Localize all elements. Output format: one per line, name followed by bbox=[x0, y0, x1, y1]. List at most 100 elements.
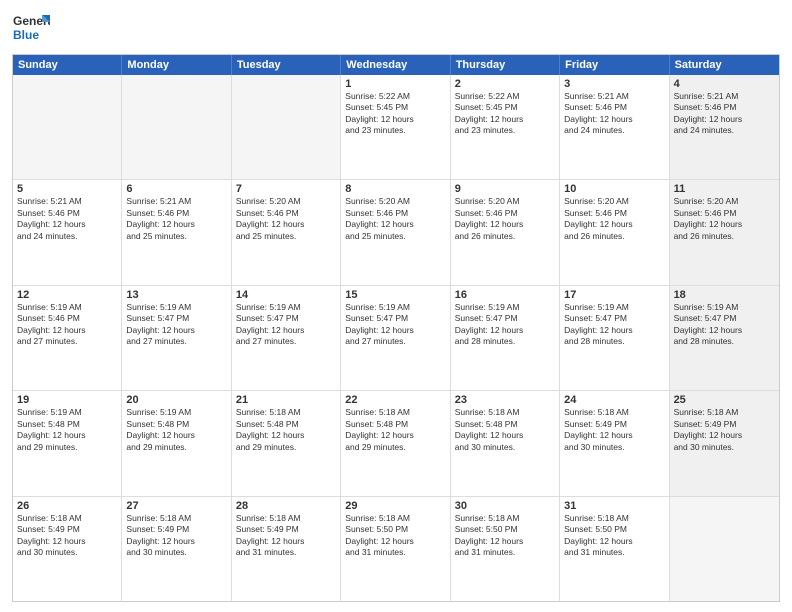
day-number: 15 bbox=[345, 289, 445, 301]
day-info: Sunrise: 5:19 AM Sunset: 5:47 PM Dayligh… bbox=[674, 302, 775, 348]
day-number: 25 bbox=[674, 394, 775, 406]
day-number: 31 bbox=[564, 500, 664, 512]
calendar-cell bbox=[232, 75, 341, 179]
calendar-cell: 10Sunrise: 5:20 AM Sunset: 5:46 PM Dayli… bbox=[560, 180, 669, 284]
calendar-cell: 15Sunrise: 5:19 AM Sunset: 5:47 PM Dayli… bbox=[341, 286, 450, 390]
logo: General Blue bbox=[12, 10, 50, 48]
day-number: 10 bbox=[564, 183, 664, 195]
day-info: Sunrise: 5:18 AM Sunset: 5:49 PM Dayligh… bbox=[236, 513, 336, 559]
calendar-cell: 4Sunrise: 5:21 AM Sunset: 5:46 PM Daylig… bbox=[670, 75, 779, 179]
calendar-cell: 2Sunrise: 5:22 AM Sunset: 5:45 PM Daylig… bbox=[451, 75, 560, 179]
calendar-cell: 20Sunrise: 5:19 AM Sunset: 5:48 PM Dayli… bbox=[122, 391, 231, 495]
day-info: Sunrise: 5:19 AM Sunset: 5:47 PM Dayligh… bbox=[564, 302, 664, 348]
day-info: Sunrise: 5:18 AM Sunset: 5:49 PM Dayligh… bbox=[126, 513, 226, 559]
day-number: 8 bbox=[345, 183, 445, 195]
day-number: 5 bbox=[17, 183, 117, 195]
calendar-cell bbox=[670, 497, 779, 601]
calendar-cell: 31Sunrise: 5:18 AM Sunset: 5:50 PM Dayli… bbox=[560, 497, 669, 601]
day-number: 20 bbox=[126, 394, 226, 406]
day-header-wednesday: Wednesday bbox=[341, 55, 450, 75]
day-number: 7 bbox=[236, 183, 336, 195]
calendar-cell: 27Sunrise: 5:18 AM Sunset: 5:49 PM Dayli… bbox=[122, 497, 231, 601]
day-info: Sunrise: 5:19 AM Sunset: 5:46 PM Dayligh… bbox=[17, 302, 117, 348]
calendar-body: 1Sunrise: 5:22 AM Sunset: 5:45 PM Daylig… bbox=[13, 75, 779, 601]
day-info: Sunrise: 5:18 AM Sunset: 5:49 PM Dayligh… bbox=[674, 407, 775, 453]
day-info: Sunrise: 5:18 AM Sunset: 5:50 PM Dayligh… bbox=[455, 513, 555, 559]
day-number: 24 bbox=[564, 394, 664, 406]
calendar-row-5: 26Sunrise: 5:18 AM Sunset: 5:49 PM Dayli… bbox=[13, 497, 779, 601]
calendar-row-3: 12Sunrise: 5:19 AM Sunset: 5:46 PM Dayli… bbox=[13, 286, 779, 391]
calendar-cell: 14Sunrise: 5:19 AM Sunset: 5:47 PM Dayli… bbox=[232, 286, 341, 390]
day-info: Sunrise: 5:18 AM Sunset: 5:49 PM Dayligh… bbox=[564, 407, 664, 453]
day-number: 16 bbox=[455, 289, 555, 301]
day-number: 11 bbox=[674, 183, 775, 195]
day-header-saturday: Saturday bbox=[670, 55, 779, 75]
day-number: 14 bbox=[236, 289, 336, 301]
calendar-cell: 8Sunrise: 5:20 AM Sunset: 5:46 PM Daylig… bbox=[341, 180, 450, 284]
calendar-cell: 23Sunrise: 5:18 AM Sunset: 5:48 PM Dayli… bbox=[451, 391, 560, 495]
day-header-thursday: Thursday bbox=[451, 55, 560, 75]
day-info: Sunrise: 5:20 AM Sunset: 5:46 PM Dayligh… bbox=[455, 196, 555, 242]
day-number: 22 bbox=[345, 394, 445, 406]
calendar-cell: 26Sunrise: 5:18 AM Sunset: 5:49 PM Dayli… bbox=[13, 497, 122, 601]
calendar-cell: 6Sunrise: 5:21 AM Sunset: 5:46 PM Daylig… bbox=[122, 180, 231, 284]
day-info: Sunrise: 5:21 AM Sunset: 5:46 PM Dayligh… bbox=[564, 91, 664, 137]
day-number: 6 bbox=[126, 183, 226, 195]
calendar-row-2: 5Sunrise: 5:21 AM Sunset: 5:46 PM Daylig… bbox=[13, 180, 779, 285]
day-info: Sunrise: 5:19 AM Sunset: 5:48 PM Dayligh… bbox=[126, 407, 226, 453]
day-info: Sunrise: 5:19 AM Sunset: 5:47 PM Dayligh… bbox=[236, 302, 336, 348]
calendar-row-1: 1Sunrise: 5:22 AM Sunset: 5:45 PM Daylig… bbox=[13, 75, 779, 180]
day-header-tuesday: Tuesday bbox=[232, 55, 341, 75]
day-info: Sunrise: 5:19 AM Sunset: 5:47 PM Dayligh… bbox=[126, 302, 226, 348]
day-info: Sunrise: 5:18 AM Sunset: 5:48 PM Dayligh… bbox=[345, 407, 445, 453]
day-number: 21 bbox=[236, 394, 336, 406]
day-info: Sunrise: 5:18 AM Sunset: 5:49 PM Dayligh… bbox=[17, 513, 117, 559]
day-info: Sunrise: 5:19 AM Sunset: 5:48 PM Dayligh… bbox=[17, 407, 117, 453]
day-info: Sunrise: 5:22 AM Sunset: 5:45 PM Dayligh… bbox=[455, 91, 555, 137]
calendar-cell: 22Sunrise: 5:18 AM Sunset: 5:48 PM Dayli… bbox=[341, 391, 450, 495]
day-number: 26 bbox=[17, 500, 117, 512]
calendar: SundayMondayTuesdayWednesdayThursdayFrid… bbox=[12, 54, 780, 602]
calendar-cell: 18Sunrise: 5:19 AM Sunset: 5:47 PM Dayli… bbox=[670, 286, 779, 390]
day-info: Sunrise: 5:18 AM Sunset: 5:48 PM Dayligh… bbox=[455, 407, 555, 453]
day-header-sunday: Sunday bbox=[13, 55, 122, 75]
day-info: Sunrise: 5:20 AM Sunset: 5:46 PM Dayligh… bbox=[236, 196, 336, 242]
day-info: Sunrise: 5:22 AM Sunset: 5:45 PM Dayligh… bbox=[345, 91, 445, 137]
header: General Blue bbox=[12, 10, 780, 48]
calendar-row-4: 19Sunrise: 5:19 AM Sunset: 5:48 PM Dayli… bbox=[13, 391, 779, 496]
day-number: 30 bbox=[455, 500, 555, 512]
day-info: Sunrise: 5:18 AM Sunset: 5:50 PM Dayligh… bbox=[345, 513, 445, 559]
day-number: 4 bbox=[674, 78, 775, 90]
calendar-cell: 11Sunrise: 5:20 AM Sunset: 5:46 PM Dayli… bbox=[670, 180, 779, 284]
calendar-cell: 17Sunrise: 5:19 AM Sunset: 5:47 PM Dayli… bbox=[560, 286, 669, 390]
calendar-cell: 28Sunrise: 5:18 AM Sunset: 5:49 PM Dayli… bbox=[232, 497, 341, 601]
day-number: 12 bbox=[17, 289, 117, 301]
day-number: 23 bbox=[455, 394, 555, 406]
day-header-friday: Friday bbox=[560, 55, 669, 75]
day-number: 28 bbox=[236, 500, 336, 512]
calendar-header: SundayMondayTuesdayWednesdayThursdayFrid… bbox=[13, 55, 779, 75]
logo-svg: General Blue bbox=[12, 10, 50, 48]
day-info: Sunrise: 5:19 AM Sunset: 5:47 PM Dayligh… bbox=[345, 302, 445, 348]
day-info: Sunrise: 5:20 AM Sunset: 5:46 PM Dayligh… bbox=[674, 196, 775, 242]
calendar-cell: 9Sunrise: 5:20 AM Sunset: 5:46 PM Daylig… bbox=[451, 180, 560, 284]
calendar-cell: 30Sunrise: 5:18 AM Sunset: 5:50 PM Dayli… bbox=[451, 497, 560, 601]
calendar-cell bbox=[122, 75, 231, 179]
calendar-cell: 12Sunrise: 5:19 AM Sunset: 5:46 PM Dayli… bbox=[13, 286, 122, 390]
day-number: 9 bbox=[455, 183, 555, 195]
day-info: Sunrise: 5:20 AM Sunset: 5:46 PM Dayligh… bbox=[564, 196, 664, 242]
day-info: Sunrise: 5:21 AM Sunset: 5:46 PM Dayligh… bbox=[17, 196, 117, 242]
day-info: Sunrise: 5:20 AM Sunset: 5:46 PM Dayligh… bbox=[345, 196, 445, 242]
svg-text:Blue: Blue bbox=[13, 28, 39, 42]
calendar-cell: 7Sunrise: 5:20 AM Sunset: 5:46 PM Daylig… bbox=[232, 180, 341, 284]
calendar-cell: 19Sunrise: 5:19 AM Sunset: 5:48 PM Dayli… bbox=[13, 391, 122, 495]
day-number: 17 bbox=[564, 289, 664, 301]
day-number: 27 bbox=[126, 500, 226, 512]
day-info: Sunrise: 5:19 AM Sunset: 5:47 PM Dayligh… bbox=[455, 302, 555, 348]
calendar-cell bbox=[13, 75, 122, 179]
day-info: Sunrise: 5:21 AM Sunset: 5:46 PM Dayligh… bbox=[126, 196, 226, 242]
page: General Blue SundayMondayTuesdayWednesda… bbox=[0, 0, 792, 612]
day-info: Sunrise: 5:18 AM Sunset: 5:48 PM Dayligh… bbox=[236, 407, 336, 453]
day-number: 18 bbox=[674, 289, 775, 301]
calendar-cell: 29Sunrise: 5:18 AM Sunset: 5:50 PM Dayli… bbox=[341, 497, 450, 601]
